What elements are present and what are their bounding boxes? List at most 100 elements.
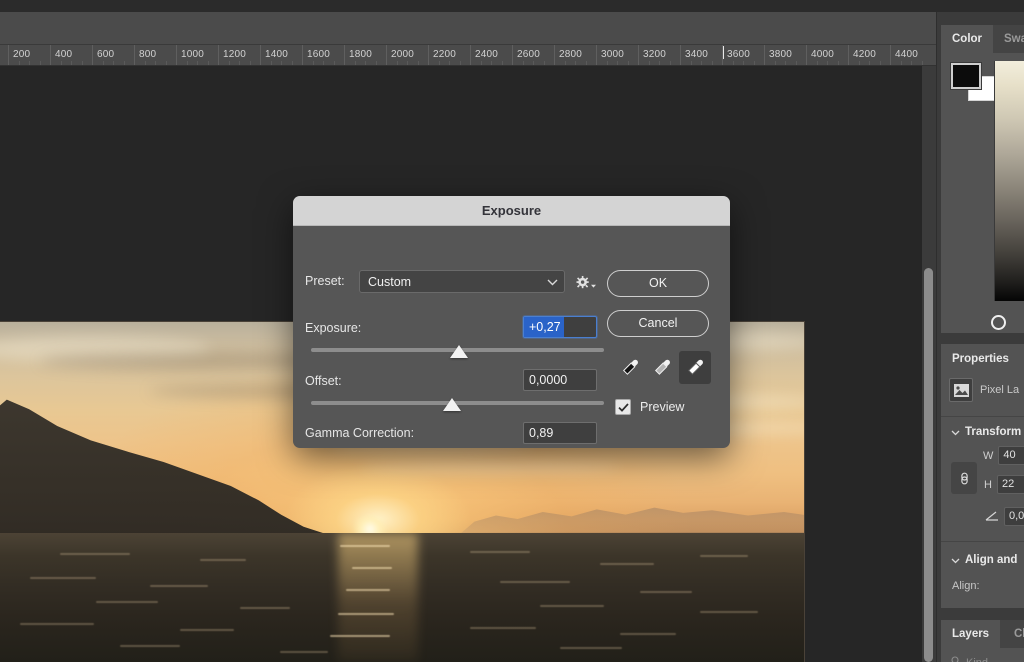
preset-label: Preset: bbox=[305, 274, 345, 288]
tab-channels[interactable]: Ch bbox=[1003, 620, 1024, 648]
ruler-subtick bbox=[544, 61, 545, 65]
ruler-subtick bbox=[733, 61, 734, 65]
ruler-subtick bbox=[880, 61, 881, 65]
angle-icon bbox=[985, 508, 999, 526]
cloud-wisp bbox=[360, 462, 620, 472]
gamma-input[interactable]: 0,89 bbox=[523, 422, 597, 444]
link-width-height-button[interactable] bbox=[951, 462, 977, 494]
set-black-point-eyedropper-icon[interactable] bbox=[615, 353, 645, 383]
section-align-distribute[interactable]: Align and bbox=[951, 554, 1017, 566]
ruler-subtick bbox=[439, 61, 440, 65]
ruler-subtick bbox=[922, 61, 923, 65]
ruler-subtick bbox=[281, 61, 282, 65]
ruler-subtick bbox=[859, 61, 860, 65]
ruler-label: 3800 bbox=[769, 49, 792, 60]
height-input[interactable]: 22 bbox=[997, 475, 1024, 494]
ruler-subtick bbox=[754, 61, 755, 65]
options-bar[interactable] bbox=[0, 12, 940, 45]
ruler-subtick bbox=[239, 61, 240, 65]
search-icon bbox=[951, 656, 961, 662]
ruler-subtick bbox=[124, 61, 125, 65]
cancel-button[interactable]: Cancel bbox=[607, 310, 709, 337]
transform-height-row[interactable]: H 22 bbox=[984, 475, 1024, 494]
ruler-tick bbox=[302, 45, 303, 66]
ruler-subtick bbox=[533, 61, 534, 65]
ruler-label: 600 bbox=[97, 49, 114, 60]
ruler-subtick bbox=[197, 61, 198, 65]
ruler-subtick bbox=[29, 61, 30, 65]
foreground-color-swatch[interactable] bbox=[951, 63, 981, 89]
preview-checkbox[interactable] bbox=[615, 399, 631, 415]
ruler-subtick bbox=[712, 61, 713, 65]
ruler-subtick bbox=[355, 61, 356, 65]
exposure-slider-thumb[interactable] bbox=[450, 345, 468, 358]
ruler-subtick bbox=[628, 61, 629, 65]
tab-color[interactable]: Color bbox=[941, 25, 993, 53]
ruler-label: 2400 bbox=[475, 49, 498, 60]
exposure-input[interactable]: +0,27 bbox=[523, 316, 597, 338]
photoshop-window: 2004006008001000120014001600180020002200… bbox=[0, 0, 1024, 662]
canvas-vertical-scrollbar-thumb[interactable] bbox=[924, 268, 933, 662]
sea-surface bbox=[0, 533, 804, 662]
ruler-tick bbox=[8, 45, 9, 66]
offset-slider-thumb[interactable] bbox=[443, 398, 461, 411]
ruler-subtick bbox=[418, 61, 419, 65]
transform-angle-row[interactable]: 0,0 bbox=[985, 507, 1024, 526]
ruler-label: 2600 bbox=[517, 49, 540, 60]
ruler-subtick bbox=[691, 61, 692, 65]
ruler-subtick bbox=[313, 61, 314, 65]
ruler-subtick bbox=[82, 61, 83, 65]
tab-layers[interactable]: Layers bbox=[941, 620, 1000, 648]
tab-swatches[interactable]: Swa bbox=[993, 25, 1024, 53]
layer-filter-row[interactable]: Kind bbox=[951, 656, 988, 662]
sun-reflection bbox=[338, 533, 418, 662]
section-transform[interactable]: Transform bbox=[951, 426, 1021, 438]
ruler-label: 1600 bbox=[307, 49, 330, 60]
ruler-tick bbox=[134, 45, 135, 66]
color-ramp[interactable] bbox=[994, 61, 1024, 301]
ruler-label: 2800 bbox=[559, 49, 582, 60]
exposure-dialog[interactable]: Exposure Preset: Custom bbox=[293, 196, 730, 448]
ruler-subtick bbox=[271, 61, 272, 65]
ruler-subtick bbox=[292, 61, 293, 65]
ruler-subtick bbox=[575, 61, 576, 65]
color-panel: Color Swa bbox=[941, 25, 1024, 333]
ruler-tick bbox=[218, 45, 219, 66]
offset-input[interactable]: 0,0000 bbox=[523, 369, 597, 391]
color-ramp-picker[interactable] bbox=[991, 315, 1006, 330]
preview-row[interactable]: Preview bbox=[615, 399, 684, 415]
color-swatches[interactable] bbox=[951, 63, 995, 103]
preset-select[interactable]: Custom bbox=[359, 270, 565, 293]
set-white-point-eyedropper-icon[interactable] bbox=[679, 351, 711, 384]
set-gray-point-eyedropper-icon[interactable] bbox=[647, 353, 677, 383]
preset-value: Custom bbox=[368, 275, 411, 289]
ruler-subtick bbox=[187, 61, 188, 65]
properties-panel: Properties Pixel La Transform bbox=[941, 344, 1024, 608]
ruler-label: 3400 bbox=[685, 49, 708, 60]
ruler-subtick bbox=[491, 61, 492, 65]
ruler-label: 4000 bbox=[811, 49, 834, 60]
exposure-label: Exposure: bbox=[305, 321, 361, 335]
ruler-label: 3200 bbox=[643, 49, 666, 60]
ok-button[interactable]: OK bbox=[607, 270, 709, 297]
ruler-subtick bbox=[229, 61, 230, 65]
ruler-subtick bbox=[71, 61, 72, 65]
ruler-subtick bbox=[701, 61, 702, 65]
ruler-subtick bbox=[334, 61, 335, 65]
align-label: Align: bbox=[952, 580, 980, 592]
horizontal-ruler[interactable]: 2004006008001000120014001600180020002200… bbox=[0, 45, 940, 66]
ruler-subtick bbox=[376, 61, 377, 65]
ruler-label: 400 bbox=[55, 49, 72, 60]
properties-panel-title: Properties bbox=[941, 344, 1009, 374]
ruler-tick bbox=[470, 45, 471, 66]
angle-input[interactable]: 0,0 bbox=[1004, 507, 1024, 526]
properties-layer-row: Pixel La bbox=[949, 378, 1019, 402]
preset-options-gear-icon[interactable] bbox=[576, 272, 596, 292]
ruler-tick bbox=[50, 45, 51, 66]
section-transform-label: Transform bbox=[965, 426, 1021, 438]
ruler-label: 1800 bbox=[349, 49, 372, 60]
pixel-layer-icon bbox=[949, 378, 973, 402]
width-input[interactable]: 40 bbox=[998, 446, 1024, 465]
ruler-label: 3600 bbox=[727, 49, 750, 60]
transform-width-row[interactable]: W 40 bbox=[983, 446, 1024, 465]
